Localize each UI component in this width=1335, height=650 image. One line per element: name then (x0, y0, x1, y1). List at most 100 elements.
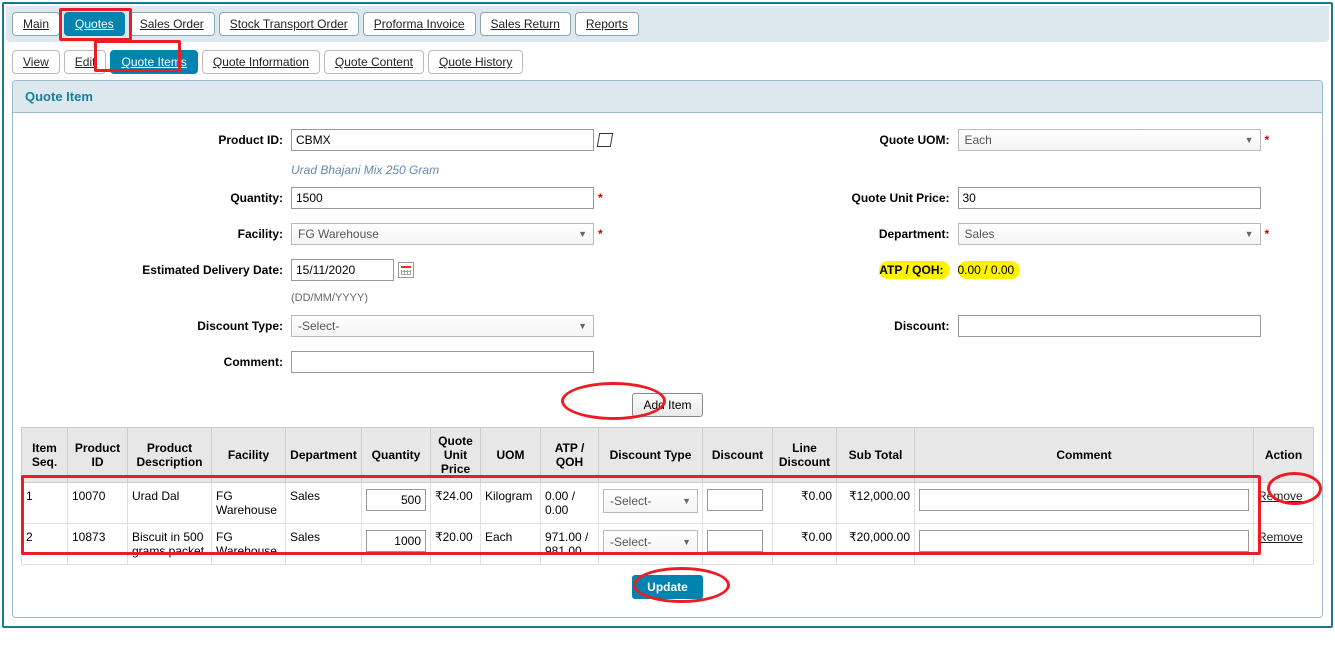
product-desc: Urad Bhajani Mix 250 Gram (291, 163, 594, 177)
date-format-hint: (DD/MM/YYYY) (291, 292, 368, 304)
department-label: Department: (688, 227, 958, 241)
cell-desc: Urad Dal (128, 483, 212, 524)
uom-select[interactable]: Each ▼ (958, 129, 1261, 151)
delivery-date-label: Estimated Delivery Date: (21, 263, 291, 277)
cell-dept: Sales (286, 483, 362, 524)
cell-dtype-select[interactable]: -Select-▼ (603, 489, 698, 513)
col-desc: Product Description (128, 428, 212, 483)
barcode-icon[interactable] (597, 133, 613, 147)
chevron-down-icon: ▼ (682, 496, 691, 506)
tab-main[interactable]: Main (12, 12, 60, 36)
discount-type-select[interactable]: -Select- ▼ (291, 315, 594, 337)
cell-subtotal: ₹12,000.00 (837, 483, 915, 524)
cell-subtotal: ₹20,000.00 (837, 524, 915, 565)
discount-type-select-value: -Select- (298, 319, 339, 333)
cell-price: ₹20.00 (431, 524, 481, 565)
uom-label: Quote UOM: (688, 133, 958, 147)
comment-input[interactable] (291, 351, 594, 373)
product-id-label: Product ID: (21, 133, 291, 147)
unit-price-input[interactable] (958, 187, 1261, 209)
col-ldisc: Line Discount (773, 428, 837, 483)
update-button[interactable]: Update (632, 575, 703, 599)
cell-dtype-select[interactable]: -Select-▼ (603, 530, 698, 554)
discount-type-label: Discount Type: (21, 319, 291, 333)
delivery-date-input[interactable] (291, 259, 394, 281)
calendar-icon[interactable] (398, 262, 414, 278)
cell-ldisc: ₹0.00 (773, 483, 837, 524)
col-price: Quote Unit Price (431, 428, 481, 483)
department-select[interactable]: Sales ▼ (958, 223, 1261, 245)
cell-discount-input[interactable] (707, 489, 763, 511)
cell-facility: FG Warehouse (212, 524, 286, 565)
quote-items-table: Item Seq. Product ID Product Description… (21, 427, 1314, 565)
col-qty: Quantity (362, 428, 431, 483)
cell-qty-input[interactable] (366, 530, 426, 552)
cell-ldisc: ₹0.00 (773, 524, 837, 565)
discount-input[interactable] (958, 315, 1261, 337)
table-row: 2 10873 Biscuit in 500 grams packet FG W… (22, 524, 1314, 565)
cell-comment-input[interactable] (919, 489, 1249, 511)
top-tabs: Main Quotes Sales Order Stock Transport … (12, 12, 1323, 36)
table-row: 1 10070 Urad Dal FG Warehouse Sales ₹24.… (22, 483, 1314, 524)
col-subtotal: Sub Total (837, 428, 915, 483)
subtab-quote-content[interactable]: Quote Content (324, 50, 424, 74)
department-select-value: Sales (965, 227, 995, 241)
cell-qty-input[interactable] (366, 489, 426, 511)
tab-sales-order[interactable]: Sales Order (129, 12, 215, 36)
chevron-down-icon: ▼ (1245, 135, 1254, 145)
subtab-quote-history[interactable]: Quote History (428, 50, 523, 74)
col-uom: UOM (481, 428, 541, 483)
discount-label: Discount: (688, 319, 958, 333)
col-discount: Discount (703, 428, 773, 483)
col-seq: Item Seq. (22, 428, 68, 483)
subtab-view[interactable]: View (12, 50, 60, 74)
tab-sales-return[interactable]: Sales Return (480, 12, 571, 36)
cell-dept: Sales (286, 524, 362, 565)
add-item-button[interactable]: Add Item (632, 393, 702, 417)
chevron-down-icon: ▼ (1245, 229, 1254, 239)
uom-select-value: Each (965, 133, 992, 147)
subtab-quote-information[interactable]: Quote Information (202, 50, 320, 74)
cell-pid: 10873 (68, 524, 128, 565)
col-facility: Facility (212, 428, 286, 483)
chevron-down-icon: ▼ (682, 537, 691, 547)
cell-discount-input[interactable] (707, 530, 763, 552)
chevron-down-icon: ▼ (578, 229, 587, 239)
atp-value: 0.00 / 0.00 (958, 261, 1021, 279)
col-dept: Department (286, 428, 362, 483)
cell-uom: Kilogram (481, 483, 541, 524)
col-dtype: Discount Type (599, 428, 703, 483)
required-marker: * (598, 227, 603, 241)
sub-tabs: View Edit Quote Items Quote Information … (6, 42, 1329, 74)
cell-seq: 1 (22, 483, 68, 524)
required-marker: * (598, 191, 603, 205)
cell-price: ₹24.00 (431, 483, 481, 524)
facility-select[interactable]: FG Warehouse ▼ (291, 223, 594, 245)
unit-price-label: Quote Unit Price: (688, 191, 958, 205)
cell-atp: 0.00 / 0.00 (541, 483, 599, 524)
panel-header: Quote Item (13, 81, 1322, 113)
required-marker: * (1265, 133, 1270, 147)
subtab-edit[interactable]: Edit (64, 50, 107, 74)
cell-seq: 2 (22, 524, 68, 565)
tab-reports[interactable]: Reports (575, 12, 639, 36)
tab-stock-transport[interactable]: Stock Transport Order (219, 12, 359, 36)
cell-comment-input[interactable] (919, 530, 1249, 552)
remove-link[interactable]: Remove (1258, 530, 1303, 544)
atp-label: ATP / QOH: (879, 263, 943, 277)
cell-uom: Each (481, 524, 541, 565)
cell-desc: Biscuit in 500 grams packet (128, 524, 212, 565)
col-pid: Product ID (68, 428, 128, 483)
remove-link[interactable]: Remove (1258, 489, 1303, 503)
col-atp: ATP / QOH (541, 428, 599, 483)
subtab-quote-items[interactable]: Quote Items (110, 50, 197, 74)
quantity-input[interactable] (291, 187, 594, 209)
facility-label: Facility: (21, 227, 291, 241)
chevron-down-icon: ▼ (578, 321, 587, 331)
col-action: Action (1254, 428, 1314, 483)
facility-select-value: FG Warehouse (298, 227, 379, 241)
tab-proforma-invoice[interactable]: Proforma Invoice (363, 12, 476, 36)
cell-atp: 971.00 / 981.00 (541, 524, 599, 565)
product-id-input[interactable] (291, 129, 594, 151)
tab-quotes[interactable]: Quotes (64, 12, 125, 36)
